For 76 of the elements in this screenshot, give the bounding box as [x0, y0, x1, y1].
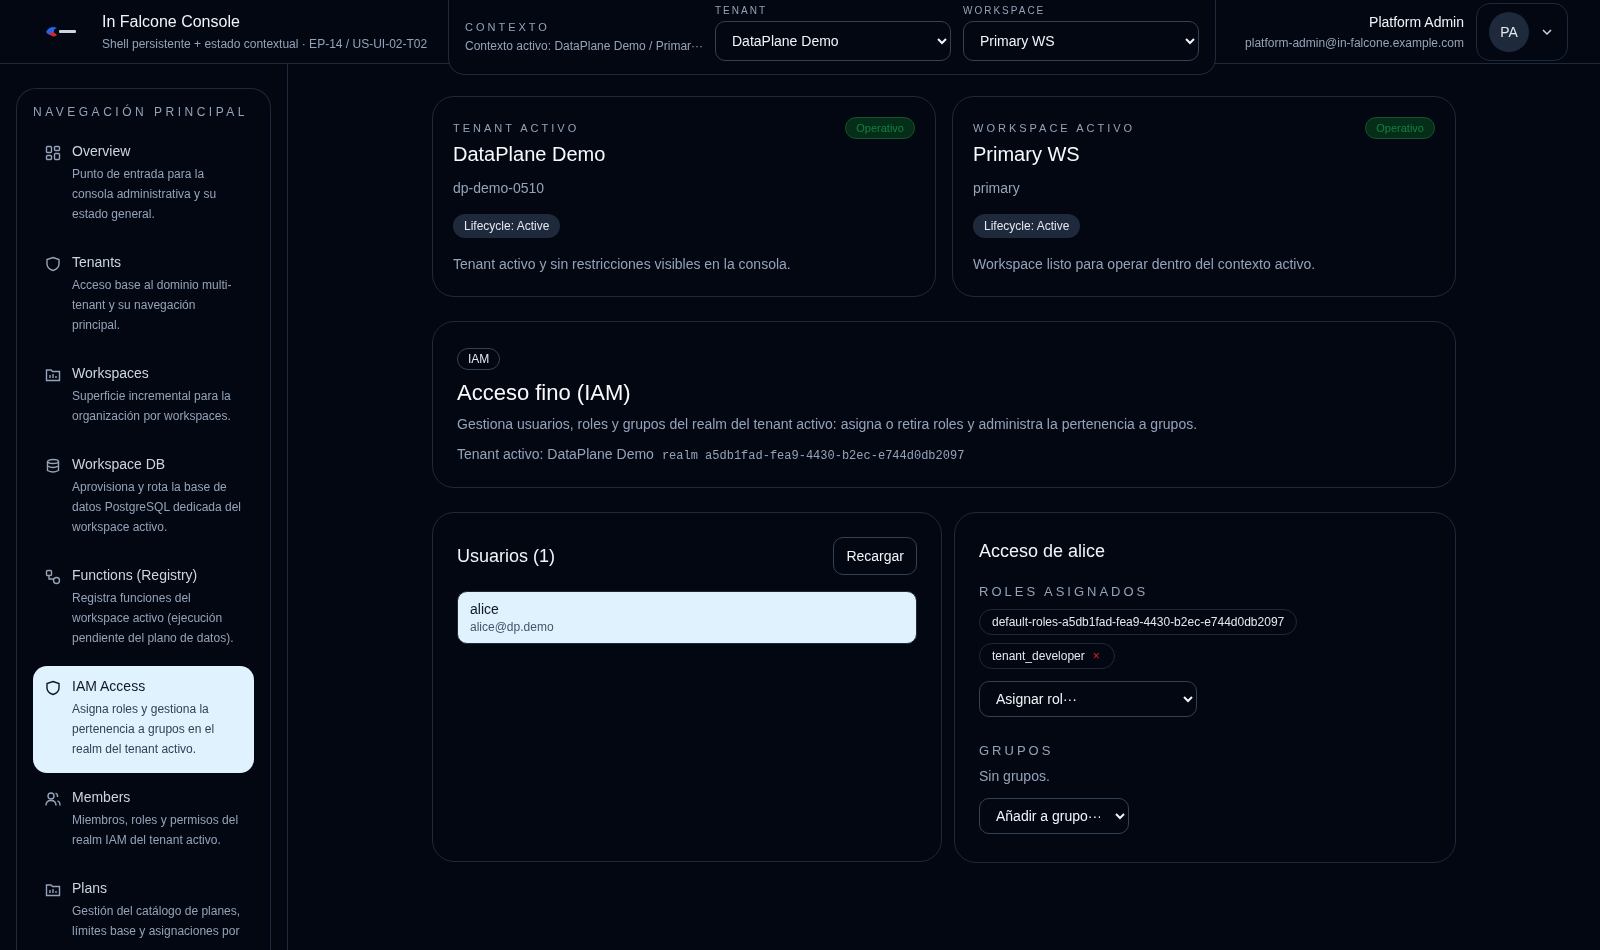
- reload-button[interactable]: Recargar: [833, 537, 917, 575]
- tenant-label: TENANT: [715, 5, 768, 16]
- nav-description: Acceso base al dominio multi-tenant y su navegación principal.: [72, 277, 233, 334]
- card-title: DataPlane Demo: [453, 143, 606, 166]
- workspace-label: WORKSPACE: [963, 5, 1047, 16]
- access-title: Acceso de alice: [979, 541, 1106, 562]
- users-title: Usuarios (1): [457, 545, 556, 567]
- page-title: Acceso fino (IAM): [457, 380, 631, 406]
- chevron-down-icon: [1541, 27, 1553, 36]
- nav-label: Workspaces: [72, 365, 150, 381]
- tenant-line: Tenant activo: DataPlane Demo: [457, 446, 654, 462]
- sidebar-item[interactable]: Overview Punto de entrada para la consola administrativa y su estado general.: [33, 131, 254, 238]
- user-name: Platform Admin: [1368, 13, 1464, 30]
- folder-icon: [45, 882, 61, 898]
- groups-empty-text: Sin grupos.: [979, 768, 1050, 784]
- user-row[interactable]: alice alice@dp.demo: [457, 591, 917, 644]
- remove-role-button[interactable]: ×: [1090, 649, 1102, 663]
- nav-label: Functions (Registry): [72, 567, 199, 583]
- sidebar-item[interactable]: Functions (Registry) Registra funciones del workspace activo (ejecución pendiente del plano de datos).: [33, 555, 254, 662]
- card-slug: primary: [973, 180, 1020, 196]
- sidebar-item[interactable]: Workspace DB Aprovisiona y rota la base de datos PostgreSQL dedicada del workspace activo.: [33, 444, 254, 551]
- groups-heading: GRUPOS: [979, 743, 1054, 758]
- nav-description: Gestión del catálogo de planes, límites base y asignaciones por: [72, 903, 242, 940]
- lifecycle-badge: Lifecycle: Active: [453, 214, 561, 238]
- nav-description: Asigna roles y gestiona la pertenencia a grupos en el realm del tenant activo.: [72, 701, 216, 758]
- nav-description: Aprovisiona y rota la base de datos PostgreSQL dedicada del workspace activo.: [72, 479, 242, 536]
- card-slug: dp-demo-0510: [453, 180, 545, 196]
- app-subtitle: Shell persistente + estado contextual · EP-14 / US-UI-02-T02: [102, 36, 428, 51]
- card-note: Workspace listo para operar dentro del contexto activo.: [973, 256, 1316, 272]
- nav-label: Overview: [72, 143, 132, 159]
- role-name: tenant_developer: [992, 649, 1085, 663]
- sidebar-item[interactable]: Plans Gestión del catálogo de planes, límites base y asignaciones por: [33, 868, 254, 950]
- sidebar-item[interactable]: Tenants Acceso base al dominio multi-tenant y su navegación principal.: [33, 242, 254, 349]
- shield-icon: [45, 680, 61, 696]
- sidebar-item[interactable]: Members Miembros, roles y permisos del realm IAM del tenant activo.: [33, 777, 254, 864]
- users-icon: [45, 791, 61, 807]
- status-badge: Operativo: [1365, 117, 1435, 139]
- user-row-name: alice: [470, 601, 500, 617]
- add-group-select[interactable]: Añadir a grupo···: [979, 798, 1129, 834]
- nodes-icon: [45, 569, 61, 585]
- nav-label: Plans: [72, 880, 109, 896]
- user-email: platform-admin@in-falcone.example.com: [1245, 35, 1464, 50]
- nav-description: Registra funciones del workspace activo (ejecución pendiente del plano de datos).: [72, 590, 235, 647]
- nav-description: Miembros, roles y permisos del realm IAM del tenant activo.: [72, 812, 240, 849]
- logo-icon: [46, 24, 76, 39]
- card-note: Tenant activo y sin restricciones visibles en la consola.: [453, 256, 791, 272]
- nav-label: Members: [72, 789, 132, 805]
- workspace-select[interactable]: Primary WS: [963, 21, 1199, 61]
- nav-label: Workspace DB: [72, 456, 167, 472]
- shield-icon: [45, 256, 61, 272]
- nav-label: Tenants: [72, 254, 123, 270]
- card-eyebrow: TENANT ACTIVO: [453, 122, 580, 134]
- assign-role-select[interactable]: Asignar rol···: [979, 681, 1197, 717]
- user-row-email: alice@dp.demo: [470, 620, 555, 634]
- context-label: CONTEXTO: [465, 21, 551, 33]
- nav-label: IAM Access: [72, 678, 147, 694]
- nav-description: Punto de entrada para la consola administrativa y su estado general.: [72, 166, 218, 223]
- card-eyebrow: WORKSPACE ACTIVO: [973, 122, 1136, 134]
- sidebar-heading: NAVEGACIÓN PRINCIPAL: [33, 105, 249, 121]
- status-badge: Operativo: [845, 117, 915, 139]
- grid-icon: [45, 145, 61, 161]
- avatar: PA: [1489, 11, 1529, 52]
- sidebar-item[interactable]: IAM Access Asigna roles y gestiona la pertenencia a grupos en el realm del tenant activo.: [33, 666, 254, 773]
- lifecycle-badge: Lifecycle: Active: [973, 214, 1081, 238]
- realm-id: realm a5db1fad-fea9-4430-b2ec-e744d0db2097: [661, 449, 965, 463]
- folder-icon: [45, 367, 61, 383]
- tenant-select[interactable]: DataPlane Demo: [715, 21, 951, 61]
- roles-heading: ROLES ASIGNADOS: [979, 584, 1149, 599]
- card-title: Primary WS: [973, 143, 1080, 166]
- nav-description: Superficie incremental para la organización por workspaces.: [72, 388, 232, 425]
- context-summary: Contexto activo: DataPlane Demo / Primar···: [465, 39, 703, 53]
- sidebar-item[interactable]: Workspaces Superficie incremental para la organización por workspaces.: [33, 353, 254, 440]
- database-icon: [45, 458, 61, 474]
- user-menu-button[interactable]: PA: [1476, 2, 1568, 61]
- app-title: In Falcone Console: [102, 12, 241, 31]
- page-description: Gestiona usuarios, roles y grupos del realm del tenant activo: asigna o retira roles y administra la pertenencia a grupos.: [457, 416, 1198, 432]
